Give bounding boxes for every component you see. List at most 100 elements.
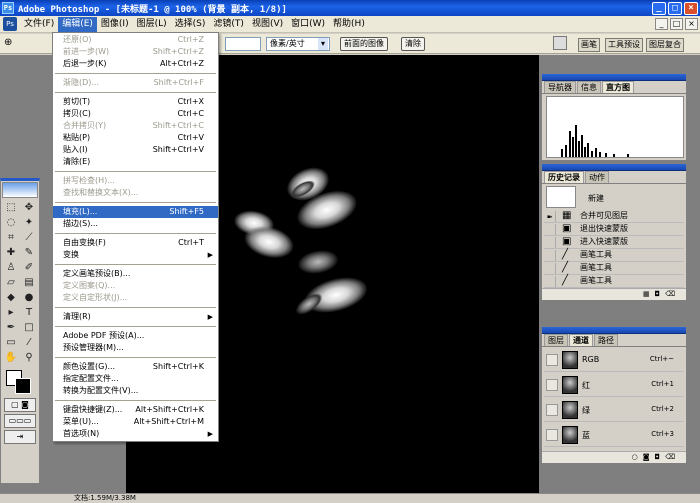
resolution-unit-select[interactable]: 像素/英寸 xyxy=(266,37,330,51)
menu-item-7[interactable]: 窗口(W) xyxy=(287,17,329,32)
jump-to-imageready-button[interactable]: ⇥ xyxy=(4,430,36,444)
history-step[interactable]: ▣ 进入快速蒙版 xyxy=(544,236,684,249)
history-source-slot[interactable] xyxy=(544,250,556,261)
healing-brush-icon[interactable]: ✚ xyxy=(2,245,20,260)
dodge-tool-icon[interactable]: ● xyxy=(20,290,38,305)
edit-menu-item[interactable]: 转换为配置文件(V)... xyxy=(53,385,218,397)
color-swatches[interactable] xyxy=(3,368,37,396)
clone-stamp-icon[interactable]: ♙ xyxy=(2,260,20,275)
edit-menu-item[interactable]: 预设管理器(M)... xyxy=(53,342,218,354)
panel-tab[interactable]: 图层 xyxy=(544,334,568,346)
edit-menu-item[interactable]: 清理(R) ▶ xyxy=(53,311,218,323)
snapshot-thumbnail[interactable] xyxy=(546,186,576,208)
edit-menu-item[interactable]: 查找和替换文本(X)... xyxy=(53,187,218,199)
edit-menu-item[interactable]: 指定配置文件... xyxy=(53,373,218,385)
menu-item-6[interactable]: 视图(V) xyxy=(248,17,287,32)
edit-menu-item[interactable]: 填充(L)... Shift+F5 xyxy=(53,206,218,218)
type-tool-icon[interactable]: T xyxy=(20,305,38,320)
mdi-min-button[interactable]: _ xyxy=(655,18,668,30)
menu-item-2[interactable]: 图像(I) xyxy=(97,17,133,32)
panel-tab[interactable]: 通道 xyxy=(569,334,593,346)
crop-tool-icon[interactable]: ⊕ xyxy=(4,37,34,51)
menu-item-8[interactable]: 帮助(H) xyxy=(329,17,369,32)
menu-item-5[interactable]: 滤镜(T) xyxy=(209,17,248,32)
channel-row[interactable]: 红 Ctrl+1 xyxy=(544,373,684,397)
marquee-tool-icon[interactable]: ⬚ xyxy=(2,200,20,215)
history-source-slot[interactable] xyxy=(544,224,556,235)
minimize-button[interactable]: _ xyxy=(652,1,666,15)
edit-menu-item[interactable]: 清除(E) xyxy=(53,156,218,168)
path-select-icon[interactable]: ▸ xyxy=(2,305,20,320)
history-step[interactable]: ➽ ▦ 合并可见图层 xyxy=(544,210,684,223)
panel-tab[interactable]: 路径 xyxy=(594,334,618,346)
visibility-eye-icon[interactable] xyxy=(546,429,558,441)
edit-menu-item[interactable]: 还原(O) Ctrl+Z xyxy=(53,34,218,46)
edit-menu-item[interactable]: 后退一步(K) Alt+Ctrl+Z xyxy=(53,58,218,70)
panel-tab[interactable]: 动作 xyxy=(585,171,609,183)
tab-layer-comps[interactable]: 图层复合 xyxy=(646,38,684,52)
slice-tool-icon[interactable]: ⟋ xyxy=(20,230,38,245)
edit-menu-item[interactable]: 剪切(T) Ctrl+X xyxy=(53,96,218,108)
front-image-button[interactable]: 前面的图像 xyxy=(340,37,388,51)
close-button[interactable]: × xyxy=(684,1,698,15)
channel-row[interactable]: 蓝 Ctrl+3 xyxy=(544,423,684,447)
edit-menu-item[interactable]: 定义画笔预设(B)... xyxy=(53,268,218,280)
mdi-max-button[interactable]: □ xyxy=(670,18,683,30)
history-source-slot[interactable] xyxy=(544,276,556,287)
quick-mask-toggle[interactable]: ▢ ◙ xyxy=(4,398,36,412)
move-tool-icon[interactable]: ✥ xyxy=(20,200,38,215)
hand-tool-icon[interactable]: ✋ xyxy=(2,350,20,365)
background-color[interactable] xyxy=(15,378,31,394)
eyedropper-icon[interactable]: ⁄ xyxy=(20,335,38,350)
edit-menu-item[interactable]: 键盘快捷键(Z)... Alt+Shift+Ctrl+K xyxy=(53,404,218,416)
gradient-tool-icon[interactable]: ▤ xyxy=(20,275,38,290)
clear-button[interactable]: 清除 xyxy=(401,37,425,51)
app-menu-icon[interactable]: Ps xyxy=(3,17,17,31)
panel-tab[interactable]: 直方图 xyxy=(602,81,634,93)
zoom-tool-icon[interactable]: ⚲ xyxy=(20,350,38,365)
history-source-slot[interactable] xyxy=(544,263,556,274)
adobe-feather-icon[interactable] xyxy=(2,182,38,198)
edit-menu-item[interactable]: 合并拷贝(Y) Shift+Ctrl+C xyxy=(53,120,218,132)
maximize-button[interactable]: □ xyxy=(668,1,682,15)
edit-menu-item[interactable]: 粘贴(P) Ctrl+V xyxy=(53,132,218,144)
menu-item-1[interactable]: 编辑(E) xyxy=(58,16,97,32)
edit-menu-item[interactable]: 贴入(I) Shift+Ctrl+V xyxy=(53,144,218,156)
tab-tool-presets[interactable]: 工具预设 xyxy=(605,38,643,52)
edit-menu-item[interactable]: 自由变换(F) Ctrl+T xyxy=(53,237,218,249)
brush-tool-icon[interactable]: ✎ xyxy=(20,245,38,260)
edit-menu-item[interactable]: 首选项(N) ▶ xyxy=(53,428,218,440)
edit-menu-item[interactable]: 拷贝(C) Ctrl+C xyxy=(53,108,218,120)
edit-menu-item[interactable]: 定义自定形状(J)... xyxy=(53,292,218,304)
blur-tool-icon[interactable]: ◆ xyxy=(2,290,20,305)
history-step[interactable]: ▣ 退出快速蒙版 xyxy=(544,223,684,236)
edit-menu-item[interactable]: 定义图案(Q)... xyxy=(53,280,218,292)
eraser-tool-icon[interactable]: ▱ xyxy=(2,275,20,290)
visibility-eye-icon[interactable] xyxy=(546,354,558,366)
resolution-input[interactable] xyxy=(225,37,261,51)
edit-menu-item[interactable]: 变换 ▶ xyxy=(53,249,218,261)
panel-tab[interactable]: 信息 xyxy=(577,81,601,93)
menu-item-3[interactable]: 图层(L) xyxy=(133,17,171,32)
edit-menu-item[interactable]: 前进一步(W) Shift+Ctrl+Z xyxy=(53,46,218,58)
edit-menu-item[interactable]: 颜色设置(G)... Shift+Ctrl+K xyxy=(53,361,218,373)
panel-tab[interactable]: 历史记录 xyxy=(544,171,584,183)
lasso-tool-icon[interactable]: ◌ xyxy=(2,215,20,230)
history-brush-source-icon[interactable]: ➽ xyxy=(544,211,556,222)
magic-wand-icon[interactable]: ✦ xyxy=(20,215,38,230)
crop-tool-icon[interactable]: ⌗ xyxy=(2,230,20,245)
channel-row[interactable]: 绿 Ctrl+2 xyxy=(544,398,684,422)
panel-tab[interactable]: 导航器 xyxy=(544,81,576,93)
menu-item-0[interactable]: 文件(F) xyxy=(20,17,58,32)
notes-tool-icon[interactable]: ▭ xyxy=(2,335,20,350)
visibility-eye-icon[interactable] xyxy=(546,379,558,391)
edit-menu-item[interactable]: 描边(S)... xyxy=(53,218,218,230)
history-source-slot[interactable] xyxy=(544,237,556,248)
history-brush-icon[interactable]: ✐ xyxy=(20,260,38,275)
menu-item-4[interactable]: 选择(S) xyxy=(171,17,210,32)
screen-mode-buttons[interactable]: ▭▭▭ xyxy=(4,414,36,428)
tab-brushes[interactable]: 画笔 xyxy=(578,38,600,52)
visibility-eye-icon[interactable] xyxy=(546,404,558,416)
shape-tool-icon[interactable]: □ xyxy=(20,320,38,335)
mdi-close-button[interactable]: × xyxy=(685,18,698,30)
